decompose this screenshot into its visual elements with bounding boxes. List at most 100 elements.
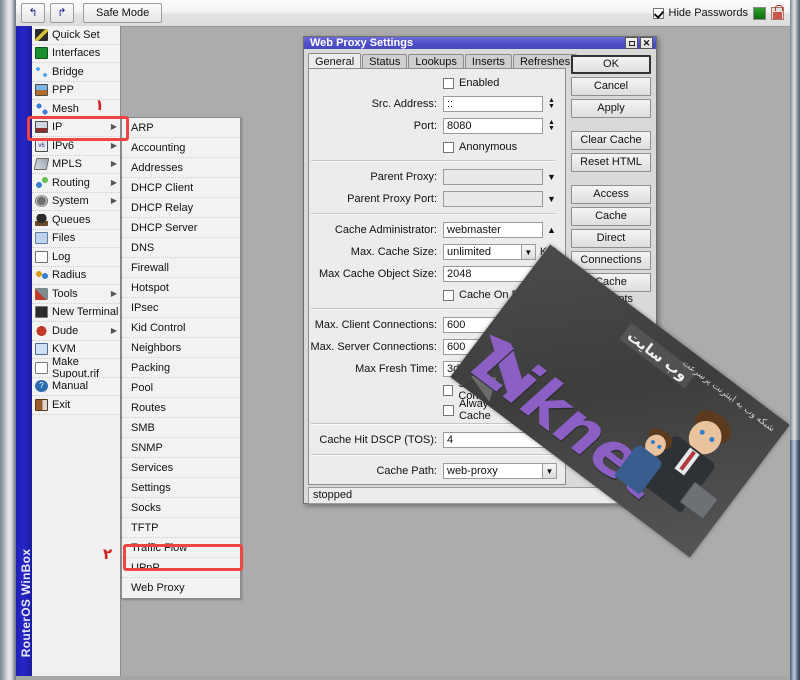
submenu-item-arp[interactable]: ARP bbox=[122, 118, 240, 138]
menu-item-system[interactable]: System▶ bbox=[32, 193, 120, 212]
menu-item-manual[interactable]: ?Manual bbox=[32, 378, 120, 397]
tab-refreshes[interactable]: Refreshes bbox=[513, 54, 577, 69]
reset-html-button[interactable]: Reset HTML bbox=[571, 153, 651, 172]
submenu-item-firewall[interactable]: Firewall bbox=[122, 258, 240, 278]
menu-item-new-terminal[interactable]: New Terminal bbox=[32, 304, 120, 323]
maximize-icon[interactable] bbox=[625, 37, 638, 49]
port-input[interactable]: 8080 bbox=[443, 118, 543, 134]
cache-administrator-chevron-up-icon[interactable]: ▲ bbox=[546, 222, 557, 238]
queues-icon bbox=[35, 214, 48, 226]
menu-item-bridge[interactable]: Bridge bbox=[32, 63, 120, 82]
submenu-item-ipsec[interactable]: IPsec bbox=[122, 298, 240, 318]
submenu-item-upnp[interactable]: UPnP bbox=[122, 558, 240, 578]
menu-item-log[interactable]: Log bbox=[32, 248, 120, 267]
menu-item-make-supout-rif[interactable]: Make Supout.rif bbox=[32, 359, 120, 378]
hide-passwords-checkbox[interactable] bbox=[653, 8, 664, 19]
submenu-item-dhcp-client[interactable]: DHCP Client bbox=[122, 178, 240, 198]
submenu-item-packing[interactable]: Packing bbox=[122, 358, 240, 378]
menu-item-ip[interactable]: IP▶ bbox=[32, 119, 120, 138]
connections-button[interactable]: Connections bbox=[571, 251, 651, 270]
back-button[interactable]: ↰ bbox=[21, 3, 45, 23]
submenu-item-routes[interactable]: Routes bbox=[122, 398, 240, 418]
submenu-item-settings[interactable]: Settings bbox=[122, 478, 240, 498]
anonymous-checkbox-label[interactable]: Anonymous bbox=[443, 141, 517, 153]
enabled-checkbox[interactable] bbox=[443, 78, 454, 89]
annotation-step-2: ۲ bbox=[103, 545, 112, 563]
submenu-item-dns[interactable]: DNS bbox=[122, 238, 240, 258]
menu-item-label: Bridge bbox=[52, 66, 84, 78]
cache-path-input[interactable]: web-proxy bbox=[443, 463, 543, 479]
parent-proxy-input[interactable] bbox=[443, 169, 543, 185]
menu-item-ipv6[interactable]: v6IPv6▶ bbox=[32, 137, 120, 156]
submenu-item-accounting[interactable]: Accounting bbox=[122, 138, 240, 158]
submenu-item-kid-control[interactable]: Kid Control bbox=[122, 318, 240, 338]
dialog-title-bar[interactable]: Web Proxy Settings ✕ bbox=[304, 37, 656, 49]
apply-button[interactable]: Apply bbox=[571, 99, 651, 118]
session-green-icon[interactable] bbox=[753, 7, 766, 20]
submenu-item-pool[interactable]: Pool bbox=[122, 378, 240, 398]
max-cache-size-input[interactable]: unlimited bbox=[443, 244, 522, 260]
anonymous-checkbox[interactable] bbox=[443, 142, 454, 153]
bevel-navy-section bbox=[790, 440, 800, 680]
tab-status[interactable]: Status bbox=[362, 54, 407, 69]
src-address-spinner-icon[interactable]: ▲▼ bbox=[546, 96, 557, 112]
menu-item-exit[interactable]: Exit bbox=[32, 396, 120, 415]
menu-item-quick-set[interactable]: Quick Set bbox=[32, 26, 120, 45]
hide-passwords-toggle[interactable]: Hide Passwords bbox=[653, 7, 748, 19]
log-icon bbox=[35, 251, 48, 263]
submenu-item-neighbors[interactable]: Neighbors bbox=[122, 338, 240, 358]
cache-on-disk-checkbox[interactable] bbox=[443, 290, 454, 301]
menu-item-files[interactable]: Files bbox=[32, 230, 120, 249]
src-address-input[interactable]: :: bbox=[443, 96, 543, 112]
menu-item-mpls[interactable]: MPLS▶ bbox=[32, 156, 120, 175]
submenu-item-smb[interactable]: SMB bbox=[122, 418, 240, 438]
menu-item-dude[interactable]: Dude▶ bbox=[32, 322, 120, 341]
ok-button[interactable]: OK bbox=[571, 55, 651, 74]
menu-item-interfaces[interactable]: Interfaces bbox=[32, 45, 120, 64]
lock-icon[interactable] bbox=[771, 7, 784, 20]
submenu-item-traffic-flow[interactable]: Traffic Flow bbox=[122, 538, 240, 558]
submenu-item-tftp[interactable]: TFTP bbox=[122, 518, 240, 538]
cache-button[interactable]: Cache bbox=[571, 207, 651, 226]
submenu-item-hotspot[interactable]: Hotspot bbox=[122, 278, 240, 298]
enabled-checkbox-label[interactable]: Enabled bbox=[443, 77, 499, 89]
menu-item-queues[interactable]: Queues bbox=[32, 211, 120, 230]
menu-item-routing[interactable]: Routing▶ bbox=[32, 174, 120, 193]
cache-administrator-input[interactable]: webmaster bbox=[443, 222, 543, 238]
main-menu[interactable]: Quick SetInterfaces Bridge PPPMeshIP▶v6IPv… bbox=[32, 26, 121, 676]
cache-administrator-row: Cache Administrator: webmaster ▲ bbox=[309, 221, 557, 239]
tab-lookups[interactable]: Lookups bbox=[408, 54, 464, 69]
direct-button[interactable]: Direct bbox=[571, 229, 651, 248]
cache-path-dropdown-icon[interactable]: ▼ bbox=[542, 463, 557, 479]
submenu-item-addresses[interactable]: Addresses bbox=[122, 158, 240, 178]
bridge-icon bbox=[35, 66, 48, 78]
always-from-cache-checkbox[interactable] bbox=[443, 405, 454, 416]
dialog-tab-bar[interactable]: GeneralStatusLookupsInsertsRefreshes bbox=[308, 53, 566, 69]
parent-proxy-port-chevron-down-icon[interactable]: ▼ bbox=[546, 191, 557, 207]
submenu-item-dhcp-server[interactable]: DHCP Server bbox=[122, 218, 240, 238]
access-button[interactable]: Access bbox=[571, 185, 651, 204]
safe-mode-button[interactable]: Safe Mode bbox=[83, 3, 162, 23]
menu-item-radius[interactable]: Radius bbox=[32, 267, 120, 286]
parent-proxy-port-input[interactable] bbox=[443, 191, 543, 207]
ip-submenu[interactable]: ARPAccountingAddressesDHCP ClientDHCP Re… bbox=[121, 117, 241, 599]
max-cache-size-dropdown-icon[interactable]: ▼ bbox=[521, 244, 536, 260]
cancel-button[interactable]: Cancel bbox=[571, 77, 651, 96]
menu-item-ppp[interactable]: PPP bbox=[32, 82, 120, 101]
parent-proxy-chevron-down-icon[interactable]: ▼ bbox=[546, 169, 557, 185]
tab-inserts[interactable]: Inserts bbox=[465, 54, 512, 69]
menu-item-mesh[interactable]: Mesh bbox=[32, 100, 120, 119]
submenu-item-snmp[interactable]: SNMP bbox=[122, 438, 240, 458]
close-icon[interactable]: ✕ bbox=[640, 37, 653, 49]
submenu-item-socks[interactable]: Socks bbox=[122, 498, 240, 518]
tab-general[interactable]: General bbox=[308, 53, 361, 69]
port-spinner-icon[interactable]: ▲▼ bbox=[546, 118, 557, 134]
serialize-connections-checkbox[interactable] bbox=[443, 385, 453, 396]
forward-button[interactable]: ↱ bbox=[50, 3, 74, 23]
submenu-item-web-proxy[interactable]: Web Proxy bbox=[122, 578, 240, 598]
max-cache-size-label: Max. Cache Size: bbox=[309, 246, 443, 258]
submenu-item-dhcp-relay[interactable]: DHCP Relay bbox=[122, 198, 240, 218]
menu-item-tools[interactable]: Tools▶ bbox=[32, 285, 120, 304]
clear-cache-button[interactable]: Clear Cache bbox=[571, 131, 651, 150]
submenu-item-services[interactable]: Services bbox=[122, 458, 240, 478]
